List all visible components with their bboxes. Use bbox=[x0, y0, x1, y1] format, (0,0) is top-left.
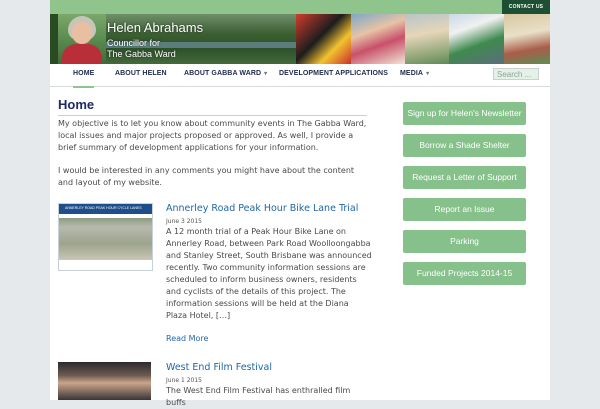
collage-photo bbox=[504, 14, 550, 64]
intro-paragraph: My objective is to let you know about co… bbox=[58, 119, 367, 152]
intro-paragraph: I would be interested in any comments yo… bbox=[58, 166, 355, 187]
post-excerpt: The West End Film Festival has enthralle… bbox=[166, 386, 351, 407]
header-banner: Helen Abrahams Councillor for The Gabba … bbox=[50, 14, 550, 64]
intro-text: My objective is to let you know about co… bbox=[58, 118, 370, 200]
site-name[interactable]: Helen Abrahams bbox=[107, 20, 203, 36]
nav-item-about-gabba-ward[interactable]: ABOUT GABBA WARD ▾ bbox=[184, 64, 267, 86]
councillor-portrait bbox=[58, 14, 106, 64]
top-bar: CONTACT US bbox=[50, 0, 550, 14]
nav-item-label: HOME bbox=[73, 70, 95, 77]
site-branding[interactable]: Helen Abrahams Councillor for The Gabba … bbox=[107, 20, 203, 60]
nav-item-about-helen[interactable]: ABOUT HELEN bbox=[115, 64, 167, 86]
newsletter-signup-button[interactable]: Sign up for Helen's Newsletter bbox=[403, 102, 526, 125]
search-input[interactable]: Search ... bbox=[493, 68, 539, 80]
nav-item-development-applications[interactable]: DEVELOPMENT APPLICATIONS bbox=[279, 64, 388, 86]
post-thumbnail[interactable]: ANNERLEY ROAD PEAK HOUR CYCLE LANES bbox=[58, 203, 153, 271]
report-issue-button[interactable]: Report an Issue bbox=[403, 198, 526, 221]
page-container: CONTACT US Helen Abrahams Councillor for… bbox=[50, 0, 550, 407]
post-excerpt: A 12 month trial of a Peak Hour Bike Lan… bbox=[166, 227, 372, 320]
contact-us-link[interactable]: CONTACT US bbox=[502, 0, 550, 14]
post-thumbnail[interactable] bbox=[58, 362, 151, 400]
nav-item-label: DEVELOPMENT APPLICATIONS bbox=[279, 70, 388, 77]
chevron-down-icon: ▾ bbox=[426, 71, 430, 77]
thumbnail-caption: ANNERLEY ROAD PEAK HOUR CYCLE LANES bbox=[65, 206, 142, 210]
borrow-shade-shelter-button[interactable]: Borrow a Shade Shelter bbox=[403, 134, 526, 157]
request-letter-of-support-button[interactable]: Request a Letter of Support bbox=[403, 166, 526, 189]
nav-item-media[interactable]: MEDIA ▾ bbox=[400, 64, 429, 86]
collage-photo bbox=[296, 14, 351, 64]
post-date: June 3 2015 bbox=[166, 218, 202, 225]
collage-photo bbox=[405, 14, 449, 64]
nav-item-home[interactable]: HOME bbox=[73, 64, 95, 88]
collage-photo bbox=[351, 14, 405, 64]
page-title: Home bbox=[58, 97, 367, 116]
read-more-link[interactable]: Read More bbox=[166, 334, 208, 343]
main-navigation: HOME ABOUT HELEN ABOUT GABBA WARD ▾ DEVEL… bbox=[50, 64, 550, 88]
header-photo-collage bbox=[296, 14, 550, 64]
post-title-link[interactable]: Annerley Road Peak Hour Bike Lane Trial bbox=[166, 203, 376, 214]
post-date: June 1 2015 bbox=[166, 377, 202, 384]
nav-item-label: ABOUT HELEN bbox=[115, 70, 167, 77]
post-title-link[interactable]: West End Film Festival bbox=[166, 362, 376, 373]
parking-button[interactable]: Parking bbox=[403, 230, 526, 253]
site-tagline-line2: The Gabba Ward bbox=[107, 49, 176, 59]
nav-item-label: MEDIA bbox=[400, 70, 424, 77]
chevron-down-icon: ▾ bbox=[264, 71, 268, 77]
collage-photo bbox=[449, 14, 504, 64]
nav-item-label: ABOUT GABBA WARD bbox=[184, 70, 262, 77]
funded-projects-button[interactable]: Funded Projects 2014-15 bbox=[403, 262, 526, 285]
site-tagline-line1: Councillor for bbox=[107, 38, 161, 48]
